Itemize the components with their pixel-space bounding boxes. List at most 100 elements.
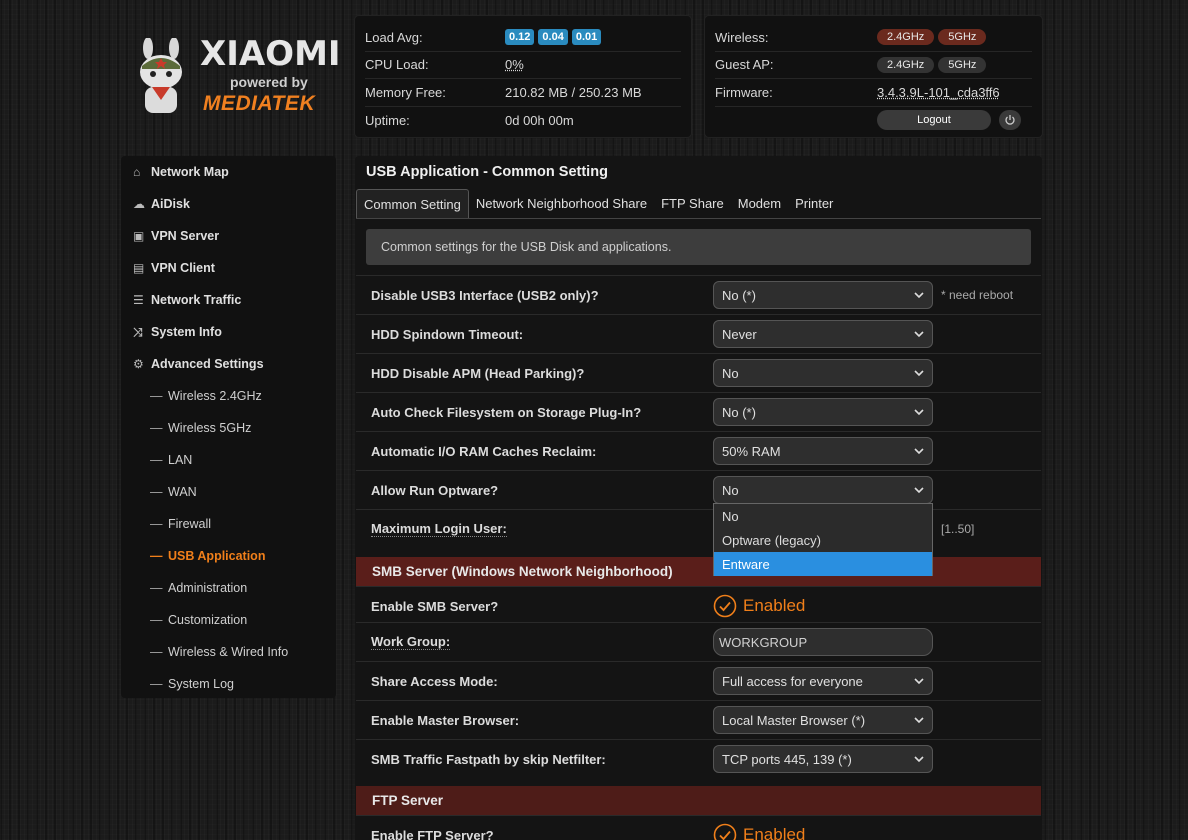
sidebar-subitem-wireless-24[interactable]: — Wireless 2.4GHz	[121, 380, 336, 412]
sidebar-subitem-firewall[interactable]: — Firewall	[121, 508, 336, 540]
firmware-row: Firmware: 3.4.3.9L-101_cda3ff6	[715, 79, 1032, 107]
wireless-5ghz-badge[interactable]: 5GHz	[938, 29, 987, 46]
sidebar-item-vpn-server[interactable]: ▣ VPN Server	[121, 220, 336, 252]
page-title: USB Application - Common Setting	[366, 164, 608, 180]
sidebar-subitem-label: LAN	[168, 453, 193, 467]
firmware-value[interactable]: 3.4.3.9L-101_cda3ff6	[877, 85, 1000, 100]
power-icon[interactable]	[999, 110, 1021, 131]
sidebar-item-label: VPN Client	[151, 261, 215, 275]
tab-bar: Common Setting Network Neighborhood Shar…	[356, 189, 1041, 219]
disable-usb3-select[interactable]: No (*)	[713, 281, 933, 309]
optware-dropdown-list: No Optware (legacy) Entware	[713, 503, 933, 576]
optware-select[interactable]: No	[713, 476, 933, 504]
sidebar-item-aidisk[interactable]: ☁ AiDisk	[121, 188, 336, 220]
setting-row: Enable SMB Server? Enabled	[356, 586, 1041, 625]
sidebar-subitem-label: Wireless & Wired Info	[168, 645, 289, 659]
chevron-down-icon	[914, 331, 924, 338]
sidebar-subitem-wan[interactable]: — WAN	[121, 476, 336, 508]
sidebar-subitem-system-log[interactable]: — System Log	[121, 668, 336, 700]
chevron-down-icon	[914, 448, 924, 455]
master-browser-select[interactable]: Local Master Browser (*)	[713, 706, 933, 734]
setting-label: Work Group:	[371, 634, 451, 650]
setting-label: SMB Traffic Fastpath by skip Netfilter:	[371, 751, 606, 767]
check-circle-icon	[713, 823, 737, 840]
cloud-icon: ☁	[133, 197, 145, 211]
sidebar-item-network-traffic[interactable]: ☰ Network Traffic	[121, 284, 336, 316]
dropdown-option-no[interactable]: No	[714, 504, 932, 528]
sidebar-subitem-usb-application[interactable]: — USB Application	[121, 540, 336, 572]
smb-section-header: SMB Server (Windows Network Neighborhood…	[356, 557, 1041, 586]
setting-row: Work Group: WORKGROUP	[356, 622, 1041, 661]
dropdown-option-optware-legacy[interactable]: Optware (legacy)	[714, 528, 932, 552]
sidebar-item-network-map[interactable]: ⌂ Network Map	[121, 156, 336, 188]
work-group-input[interactable]: WORKGROUP	[713, 628, 933, 656]
gear-icon: ⚙	[133, 357, 144, 371]
sidebar-item-system-info[interactable]: ⤨ System Info	[121, 316, 336, 348]
smb-fastpath-select[interactable]: TCP ports 445, 139 (*)	[713, 745, 933, 773]
sidebar-subitem-label: USB Application	[168, 549, 266, 563]
setting-label: Disable USB3 Interface (USB2 only)?	[371, 287, 599, 303]
tab-modem[interactable]: Modem	[731, 189, 788, 218]
partner-logo-text: MEDIATEK	[203, 92, 316, 115]
logout-button[interactable]: Logout	[877, 110, 991, 131]
sidebar-item-label: Advanced Settings	[151, 357, 264, 371]
select-value: Full access for everyone	[722, 673, 863, 689]
sidebar-subitem-label: Customization	[168, 613, 248, 627]
guest-24ghz-badge[interactable]: 2.4GHz	[877, 56, 935, 73]
enable-smb-toggle[interactable]: Enabled	[713, 594, 805, 618]
tab-printer[interactable]: Printer	[788, 189, 840, 218]
shuffle-icon: ⤨	[133, 324, 143, 339]
hdd-apm-select[interactable]: No	[713, 359, 933, 387]
tab-ftp-share[interactable]: FTP Share	[654, 189, 731, 218]
logout-row: Logout	[715, 107, 1032, 135]
dropdown-option-entware[interactable]: Entware	[714, 552, 932, 576]
sidebar-item-label: Network Traffic	[151, 293, 242, 307]
sidebar: ⌂ Network Map ☁ AiDisk ▣ VPN Server ▤ VP…	[121, 156, 336, 698]
load-avg-1: 0.12	[505, 29, 535, 46]
load-avg-row: Load Avg: 0.12 0.04 0.01	[365, 24, 681, 52]
sidebar-item-label: Network Map	[151, 165, 229, 179]
load-avg-15: 0.01	[571, 29, 602, 46]
main-panel: USB Application - Common Setting Common …	[355, 156, 1042, 840]
sidebar-subitem-wireless-wired-info[interactable]: — Wireless & Wired Info	[121, 636, 336, 668]
chevron-down-icon	[914, 292, 924, 299]
select-value: Local Master Browser (*)	[722, 712, 866, 728]
firmware-label: Firmware:	[715, 84, 773, 100]
sidebar-subitem-label: WAN	[168, 485, 197, 499]
uptime-row: Uptime: 0d 00h 00m	[365, 107, 681, 135]
sidebar-subitem-customization[interactable]: — Customization	[121, 604, 336, 636]
sidebar-item-advanced-settings[interactable]: ⚙ Advanced Settings	[121, 348, 336, 380]
guest-5ghz-badge[interactable]: 5GHz	[938, 56, 987, 73]
sidebar-subitem-lan[interactable]: — LAN	[121, 444, 336, 476]
memory-free-label: Memory Free:	[365, 84, 446, 100]
share-access-mode-select[interactable]: Full access for everyone	[713, 667, 933, 695]
sidebar-subitem-label: Administration	[168, 581, 248, 595]
select-value: TCP ports 445, 139 (*)	[722, 751, 852, 767]
sidebar-item-label: AiDisk	[151, 197, 190, 211]
setting-label: HDD Spindown Timeout:	[371, 326, 524, 342]
toggle-label: Enabled	[743, 825, 806, 840]
sidebar-subitem-label: Wireless 2.4GHz	[168, 389, 262, 403]
sidebar-subitem-wireless-5[interactable]: — Wireless 5GHz	[121, 412, 336, 444]
setting-row: Auto Check Filesystem on Storage Plug-In…	[356, 392, 1041, 431]
setting-row: SMB Traffic Fastpath by skip Netfilter: …	[356, 739, 1041, 778]
wireless-24ghz-badge[interactable]: 2.4GHz	[877, 29, 935, 46]
sidebar-item-vpn-client[interactable]: ▤ VPN Client	[121, 252, 336, 284]
hdd-spindown-select[interactable]: Never	[713, 320, 933, 348]
sidebar-subitem-administration[interactable]: — Administration	[121, 572, 336, 604]
tab-network-neighborhood-share[interactable]: Network Neighborhood Share	[469, 189, 654, 218]
setting-label: Auto Check Filesystem on Storage Plug-In…	[371, 404, 642, 420]
enable-ftp-toggle[interactable]: Enabled	[713, 823, 805, 840]
select-value: No (*)	[722, 404, 756, 420]
auto-check-fs-select[interactable]: No (*)	[713, 398, 933, 426]
load-avg-label: Load Avg:	[365, 29, 423, 45]
select-value: No	[722, 365, 739, 381]
wireless-row: Wireless: 2.4GHz 5GHz	[715, 24, 1032, 52]
chevron-down-icon	[914, 756, 924, 763]
setting-label: Enable Master Browser:	[371, 712, 520, 728]
ram-cache-reclaim-select[interactable]: 50% RAM	[713, 437, 933, 465]
tab-common-setting[interactable]: Common Setting	[356, 189, 469, 218]
network-status-panel: Wireless: 2.4GHz 5GHz Guest AP: 2.4GHz 5…	[705, 16, 1042, 137]
select-value: 50% RAM	[722, 443, 781, 459]
sidebar-item-label: System Info	[151, 325, 222, 339]
